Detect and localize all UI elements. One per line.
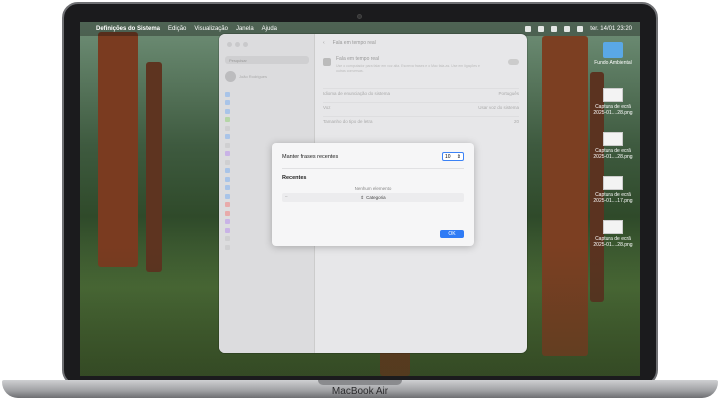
- battery-icon: [225, 117, 230, 123]
- recent-phrases-sheet: Manter frases recentes 10 ⇕ Recentes Nen…: [272, 143, 474, 246]
- settings-row[interactable]: Voz Usar voz do sistema: [323, 102, 519, 112]
- menu-help[interactable]: Ajuda: [262, 26, 277, 32]
- zoom-button[interactable]: [243, 42, 248, 47]
- desktop-file[interactable]: Captura de ecrã 2025-01....17.png: [588, 176, 638, 204]
- accessibility-icon: [225, 134, 230, 140]
- sidebar-item[interactable]: [225, 99, 309, 108]
- settings-row[interactable]: Idioma de enunciação do sistema Portuguê…: [323, 88, 519, 98]
- wifi-icon[interactable]: [551, 26, 558, 32]
- image-file-icon: [603, 88, 623, 102]
- desktop-icon: [225, 168, 230, 174]
- general-icon: [225, 125, 230, 131]
- menu-edit[interactable]: Edição: [168, 26, 186, 32]
- category-label[interactable]: Categoria: [366, 195, 386, 200]
- back-icon[interactable]: ‹: [323, 40, 325, 46]
- live-speech-toggle[interactable]: [508, 59, 519, 65]
- close-button[interactable]: [227, 42, 232, 47]
- status-icon[interactable]: [525, 26, 532, 32]
- sidebar-item[interactable]: [225, 90, 309, 99]
- ok-button[interactable]: OK: [440, 230, 464, 238]
- displays-icon: [225, 176, 230, 182]
- keep-recent-label: Manter frases recentes: [282, 154, 339, 160]
- sidebar-search-input[interactable]: Pesquisar: [225, 56, 309, 64]
- page-title: Fala em tempo real: [332, 40, 376, 46]
- image-file-icon: [603, 220, 623, 234]
- wallpaper-icon: [225, 185, 230, 191]
- desktop-file[interactable]: Captura de ecrã 2025-01....28.png: [588, 220, 638, 248]
- desktop-folder[interactable]: Fundo Ambiental: [588, 42, 638, 66]
- minimize-button[interactable]: [235, 42, 240, 47]
- desktop-screen: Definições do Sistema Edição Visualizaçã…: [80, 22, 640, 376]
- notifications-icon: [225, 202, 230, 208]
- sound-icon: [225, 210, 230, 216]
- desktop-file[interactable]: Captura de ecrã 2025-01....28.png: [588, 132, 638, 160]
- bluetooth-icon: [225, 100, 230, 106]
- stepper-arrows-icon[interactable]: ⇕: [457, 154, 461, 160]
- menu-view[interactable]: Visualização: [194, 26, 228, 32]
- sidebar-item[interactable]: [225, 124, 309, 133]
- keyboard-icon: [323, 58, 331, 66]
- screensaver-icon: [225, 193, 230, 199]
- sidebar-user[interactable]: João Rodrigues: [225, 68, 309, 84]
- sidebar-item[interactable]: [225, 107, 309, 116]
- control-center-icon[interactable]: [577, 26, 584, 32]
- remove-icon[interactable]: –: [285, 194, 288, 199]
- live-speech-title: Fala em tempo real: [336, 56, 380, 62]
- live-speech-description: Use o computador para falar em voz alta.…: [336, 64, 480, 73]
- siri-icon: [225, 151, 230, 157]
- search-icon[interactable]: [564, 26, 571, 32]
- lid-opening: [318, 380, 402, 385]
- lock-screen-icon: [225, 236, 230, 242]
- category-chevron-icon: ⇕: [360, 194, 365, 200]
- focus-icon: [225, 219, 230, 225]
- wifi-icon: [225, 91, 230, 97]
- control-center-icon: [225, 159, 230, 165]
- image-file-icon: [603, 132, 623, 146]
- keep-recent-stepper[interactable]: 10 ⇕: [442, 152, 464, 161]
- desktop-file[interactable]: Captura de ecrã 2025-01....28.png: [588, 88, 638, 116]
- cloud-icon[interactable]: [538, 26, 545, 32]
- menu-clock[interactable]: ter. 14/01 23:20: [590, 26, 632, 32]
- empty-state-label: Nenhum elemento: [354, 186, 392, 191]
- device-brand-label: MacBook Air: [331, 386, 389, 397]
- camera-icon: [357, 14, 362, 19]
- screenshot: Definições do Sistema Edição Visualizaçã…: [0, 0, 720, 414]
- menu-app-name[interactable]: Definições do Sistema: [96, 26, 160, 32]
- live-speech-row: Fala em tempo real Use o computador para…: [323, 56, 519, 80]
- avatar: [225, 70, 236, 82]
- keep-recent-value[interactable]: 10: [445, 154, 451, 160]
- screen-time-icon: [225, 227, 230, 233]
- image-file-icon: [603, 176, 623, 190]
- settings-row[interactable]: Tamanho do tipo de letra 20: [323, 116, 519, 126]
- window-controls: [227, 42, 248, 47]
- recents-heading: Recentes: [282, 175, 307, 181]
- sidebar-item[interactable]: [225, 116, 309, 125]
- settings-header: ‹ Fala em tempo real: [323, 40, 376, 46]
- folder-icon: [603, 42, 623, 58]
- network-icon: [225, 108, 230, 114]
- privacy-icon: [225, 244, 230, 250]
- menu-window[interactable]: Janela: [236, 26, 254, 32]
- divider: [282, 168, 464, 169]
- appearance-icon: [225, 142, 230, 148]
- sidebar-user-name: João Rodrigues: [239, 73, 268, 79]
- sidebar-item[interactable]: [225, 133, 309, 142]
- category-bar[interactable]: – ⇕ Categoria: [282, 193, 464, 202]
